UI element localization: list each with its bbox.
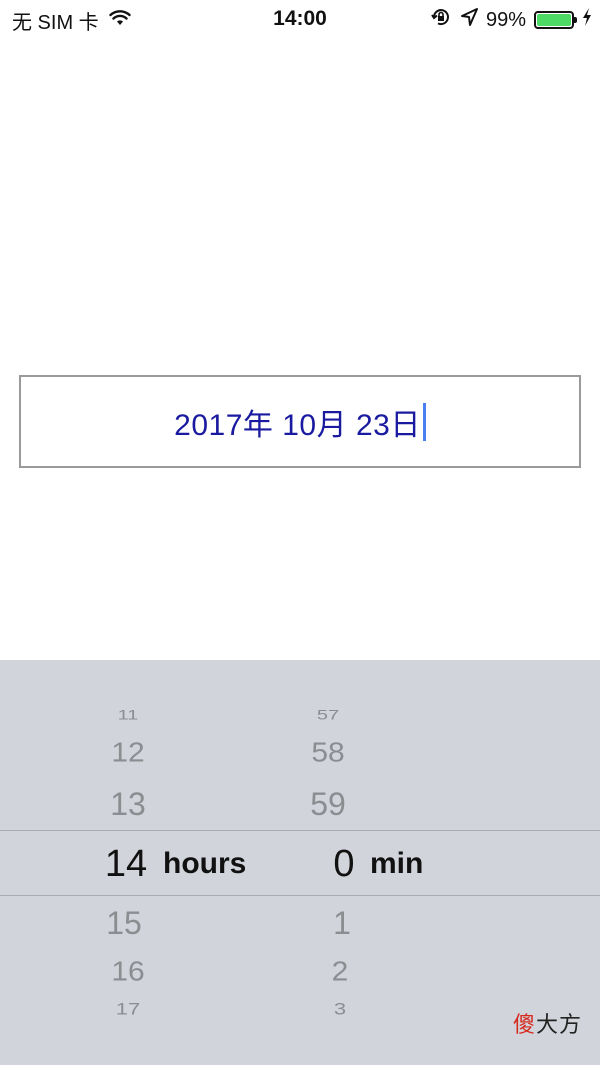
date-input-field[interactable]: 2017年 10月 23日 [19, 375, 581, 468]
hour-option[interactable]: 16 [88, 956, 168, 987]
minute-option[interactable]: 1 [302, 905, 382, 942]
time-picker[interactable]: 11 12 13 14 15 16 17 hours 57 58 59 0 1 … [0, 660, 600, 1065]
hour-option[interactable]: 17 [88, 999, 168, 1019]
screen: 无 SIM 卡 14:00 99% 2017年 10月 23日 11 12 13… [0, 0, 600, 1065]
watermark-char: 傻 [512, 1012, 536, 1037]
status-right: 99% [430, 8, 592, 32]
selected-hour[interactable]: 14 [86, 843, 166, 886]
minute-option[interactable]: 57 [288, 707, 368, 723]
minute-option[interactable]: 3 [300, 999, 380, 1019]
watermark-logo: 傻大方 [513, 1007, 582, 1039]
minute-option[interactable]: 59 [288, 786, 368, 823]
charging-icon [582, 8, 592, 32]
minute-option[interactable]: 58 [288, 737, 368, 768]
location-icon [460, 7, 478, 33]
hours-unit-label: hours [163, 847, 247, 880]
hour-option[interactable]: 11 [88, 707, 168, 723]
battery-icon [534, 11, 577, 29]
watermark-text: 大方 [535, 1012, 582, 1037]
hour-option[interactable]: 13 [88, 786, 168, 823]
battery-percent: 99% [485, 8, 526, 31]
date-value: 2017年 10月 23日 [174, 408, 421, 442]
hour-option[interactable]: 15 [84, 905, 164, 942]
minute-option[interactable]: 2 [300, 956, 380, 987]
battery-fill [537, 14, 571, 26]
rotation-lock-icon [430, 6, 452, 34]
text-cursor [422, 402, 426, 441]
status-bar: 无 SIM 卡 14:00 99% [0, 0, 600, 40]
minutes-unit-label: min [370, 847, 424, 880]
hour-option[interactable]: 12 [88, 737, 168, 768]
